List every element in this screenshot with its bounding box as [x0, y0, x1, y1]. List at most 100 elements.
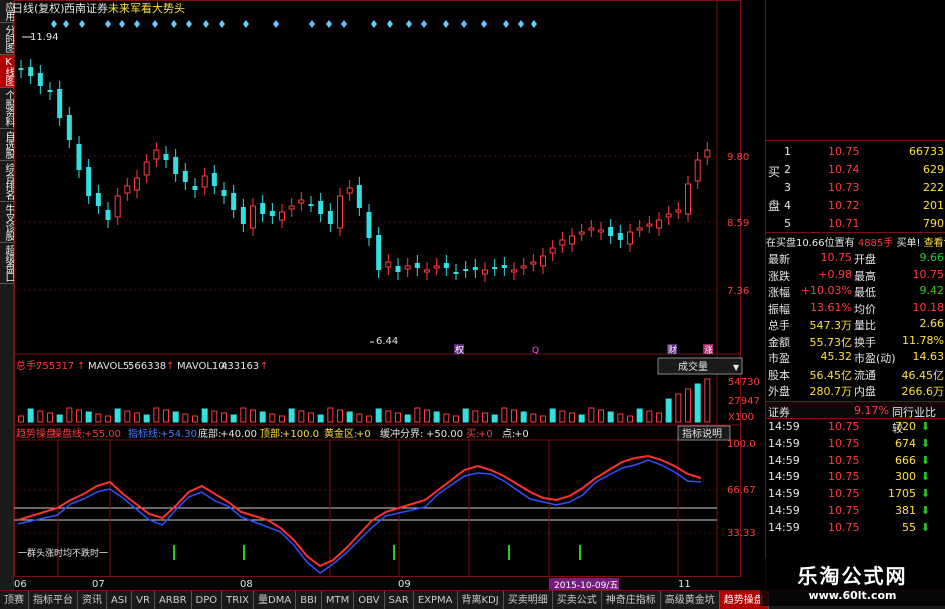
volume-bar: [414, 407, 421, 423]
candle-body: [404, 265, 411, 270]
bottom-tab[interactable]: DPO: [192, 591, 223, 609]
volume-bar: [47, 412, 53, 423]
trade-row: 14:59 10.75 381 ⬇: [766, 504, 945, 521]
signal-diamond: [171, 20, 177, 28]
trade-volume: 1705: [888, 487, 916, 501]
sector-change: 9.17%: [854, 404, 889, 417]
event-marker[interactable]: 涨: [704, 345, 713, 356]
bottom-tab[interactable]: MTM: [322, 591, 355, 609]
order-book-row[interactable]: 2 10.74 629: [766, 163, 945, 181]
volume-bar: [694, 383, 701, 423]
candle-body: [453, 272, 459, 274]
kline-chart-area[interactable]: 日线(复权) 西南证券 未来军看大势头 11.94 6.44 9.80 8.59…: [14, 0, 765, 590]
candle-body: [57, 89, 63, 118]
broker-name: 西南证券: [64, 1, 108, 15]
bottom-tab[interactable]: VR: [132, 591, 155, 609]
order-book-row[interactable]: 4 10.72 201: [766, 199, 945, 217]
indicator-name[interactable]: 趋势操盘: [16, 427, 56, 440]
trade-row: 14:59 10.75 1705 ⬇: [766, 487, 945, 504]
bottom-tab[interactable]: 指标平台: [29, 591, 78, 609]
trade-price: 10.75: [828, 504, 860, 517]
candle-body: [376, 235, 382, 270]
trade-price: 10.75: [828, 470, 860, 484]
bottom-tab[interactable]: 量DMA: [254, 591, 297, 609]
volume-bar: [530, 413, 537, 423]
bottom-tab[interactable]: 神奇庄指标: [602, 591, 661, 609]
event-marker[interactable]: Q: [532, 346, 539, 356]
candle-body: [424, 269, 430, 273]
chart-mode[interactable]: 日线(复权): [14, 1, 65, 15]
bottom-tab[interactable]: 买卖明细: [504, 591, 553, 609]
volume-bar: [153, 407, 160, 423]
bottom-tab[interactable]: 资讯: [78, 591, 107, 609]
bottom-tab[interactable]: OBV: [354, 591, 385, 609]
volume-bar: [192, 415, 198, 423]
trade-time: 14:59: [768, 520, 800, 534]
bottom-tab[interactable]: 顶赛: [0, 591, 29, 609]
left-tab[interactable]: K线图: [0, 55, 14, 88]
quote-row: 股本 56.45亿 流通 46.45亿: [766, 367, 945, 384]
large-order-notice[interactable]: 在买盘10.66位置有 4885手 买单! 查看详细: [766, 234, 945, 250]
quote-label: 总手: [768, 319, 790, 332]
mavol5-value: 566338: [128, 361, 166, 372]
chevron-down-icon: ▼: [733, 363, 740, 372]
candle-body: [337, 195, 343, 229]
quote-table: 最新 10.75 开盘 9.66 涨跌 +0.98 最高 10.75 涨幅 +10.03% 最低 9.…: [766, 251, 945, 401]
bottom-tab[interactable]: 背离KDJ: [458, 591, 504, 609]
candle-body: [694, 159, 701, 182]
candle-body: [588, 227, 595, 231]
volume-bar: [443, 413, 450, 423]
quote-value: 10.75: [820, 251, 853, 264]
quote-label: 最高: [854, 269, 876, 283]
candle-body: [66, 115, 72, 140]
left-tab[interactable]: 牛叉诊股: [0, 202, 14, 243]
trade-price: 10.75: [828, 487, 860, 501]
date-tick: 08: [240, 579, 253, 590]
candle-body: [279, 211, 285, 221]
order-level: 4: [784, 199, 791, 212]
left-tab[interactable]: 综合排名: [0, 161, 14, 202]
bottom-tab[interactable]: 高级黄金坑: [661, 591, 720, 609]
order-book-row[interactable]: 1 10.75 66733: [766, 145, 945, 163]
bottom-tab[interactable]: ASI: [107, 591, 133, 609]
quote-panel: 买 盘 1 10.75 66733 2 10.74 629 3 10.73 222 4 10.72 2…: [765, 0, 945, 590]
order-volume: 222: [923, 181, 944, 194]
date-tick: 11: [678, 579, 691, 590]
event-marker[interactable]: 财: [668, 344, 677, 356]
bottom-tab[interactable]: 买卖公式: [553, 591, 602, 609]
left-tab[interactable]: 超级盘口: [0, 243, 14, 284]
candle-body: [482, 269, 488, 275]
bottom-tab[interactable]: SAR: [385, 591, 414, 609]
left-tab[interactable]: 自选股: [0, 129, 14, 161]
volume-bar: [221, 412, 227, 423]
order-book-row[interactable]: 3 10.73 222: [766, 181, 945, 199]
order-book-row[interactable]: 5 10.71 790: [766, 217, 945, 235]
left-tab[interactable]: 个股资料: [0, 88, 14, 129]
date-tick: 09: [398, 579, 411, 590]
quote-value: 46.45亿: [901, 368, 945, 382]
candle-body: [530, 261, 537, 265]
bottom-tab[interactable]: ARBR: [155, 591, 192, 609]
event-marker[interactable]: 权: [455, 344, 464, 356]
bottom-tab[interactable]: BBI: [296, 591, 322, 609]
volume-bar: [211, 410, 218, 423]
trade-time: 14:59: [768, 453, 800, 467]
candle-body: [617, 233, 623, 240]
quote-value: +10.03%: [800, 284, 852, 297]
volume-bar: [298, 410, 305, 423]
left-tab[interactable]: 分时图: [0, 23, 14, 55]
volume-bar: [559, 410, 566, 423]
signal-diamond: [79, 20, 85, 28]
left-tab[interactable]: 应用: [0, 0, 14, 23]
quote-row: 市盈 45.32 市盈(动) 14.63: [766, 350, 945, 367]
down-arrow-icon: ⬇: [920, 453, 930, 467]
notice-detail-link[interactable]: 查看详细: [924, 238, 945, 249]
candle-body: [636, 227, 643, 231]
quote-label: 最低: [854, 286, 876, 299]
bottom-tab[interactable]: EXPMA: [414, 591, 458, 609]
sector-row[interactable]: 证券 9.17% 同行业比较: [766, 401, 945, 435]
bottom-tab[interactable]: TRIX: [222, 591, 255, 609]
volume-bar: [66, 407, 73, 423]
volume-bar: [105, 415, 111, 423]
candle-body: [395, 266, 401, 272]
